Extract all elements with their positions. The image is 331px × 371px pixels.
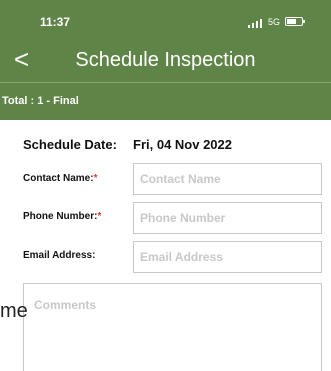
required-marker: * xyxy=(93,173,98,184)
status-time: 11:37 xyxy=(40,15,71,29)
phone-number-field[interactable] xyxy=(133,202,322,234)
contact-name-label: Contact Name:* xyxy=(23,173,97,184)
signal-icon xyxy=(248,19,266,28)
schedule-date-value[interactable]: Fri, 04 Nov 2022 xyxy=(133,137,232,152)
contact-name-field[interactable] xyxy=(133,163,322,195)
battery-icon xyxy=(285,17,305,26)
email-address-label: Email Address: xyxy=(23,250,96,261)
inspection-subtitle: Total : 1 - Final xyxy=(2,95,79,107)
schedule-date-label: Schedule Date: xyxy=(23,137,117,152)
status-bar: 11:37 5G xyxy=(0,0,331,36)
comments-field[interactable] xyxy=(23,283,322,371)
phone-number-label-text: Phone Number: xyxy=(23,211,98,222)
header-bar: 11:37 5G < Schedule Inspection Total : 1… xyxy=(0,0,331,120)
required-marker: * xyxy=(97,211,102,222)
contact-name-label-text: Contact Name: xyxy=(23,173,94,184)
page-title: Schedule Inspection xyxy=(75,49,256,71)
phone-number-label: Phone Number:* xyxy=(23,211,101,222)
network-type: 5G xyxy=(268,17,281,27)
email-address-field[interactable] xyxy=(133,241,322,273)
header-divider xyxy=(0,82,331,83)
